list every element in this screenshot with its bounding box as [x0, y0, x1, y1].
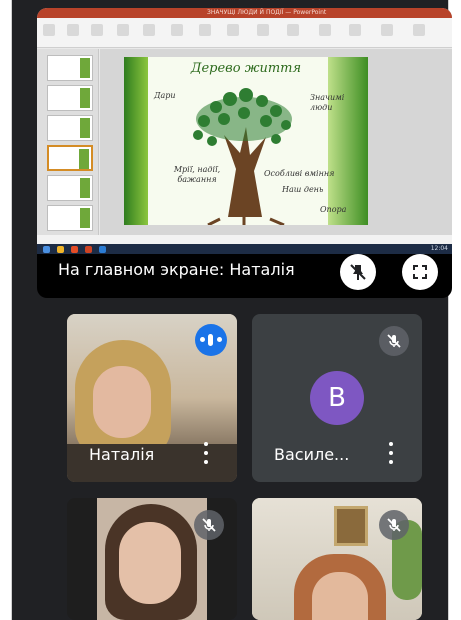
mic-off-icon	[379, 510, 409, 540]
ppt-status-bar	[37, 235, 452, 244]
taskbar-clock: 12:04	[430, 245, 448, 252]
slide-word-mrii: Мрії, надії, бажання	[173, 165, 221, 184]
slide-canvas: Дерево життя Дари Значимі люди Мрії, над…	[100, 49, 452, 235]
tree-image	[193, 88, 292, 225]
windows-taskbar: 12:04	[37, 244, 452, 254]
slide-word-opora: Опора	[320, 205, 347, 214]
participant-tile-nataliia[interactable]: Наталія	[67, 314, 237, 482]
participant-name: Наталія	[89, 445, 155, 464]
participant-face	[119, 522, 181, 604]
speaking-indicator-icon	[195, 324, 227, 356]
current-slide: Дерево життя Дари Значимі люди Мрії, над…	[124, 57, 368, 225]
ppt-ribbon	[37, 18, 452, 48]
fullscreen-button[interactable]	[402, 254, 438, 290]
mic-off-icon	[379, 326, 409, 356]
slide-word-lyudy: Значимі люди	[310, 93, 345, 112]
more-options-icon[interactable]	[388, 442, 394, 464]
slide-thumbnails	[37, 49, 99, 235]
slide-word-dary: Дари	[154, 91, 176, 100]
ppt-title-bar: ЗНАЧУЩІ ЛЮДИ Й ПОДІЇ — PowerPoint	[37, 8, 452, 18]
fullscreen-icon	[413, 265, 427, 279]
participant-tile-4[interactable]	[252, 498, 422, 620]
presenting-label: На главном экране: Наталія	[58, 260, 295, 279]
unpin-icon	[350, 264, 366, 280]
ppt-window-title: ЗНАЧУЩІ ЛЮДИ Й ПОДІЇ — PowerPoint	[207, 9, 327, 16]
presentation-panel: ЗНАЧУЩІ ЛЮДИ Й ПОДІЇ — PowerPoint Дерево…	[37, 8, 452, 298]
participant-tile-vasyle[interactable]: В Василе...	[252, 314, 422, 482]
mic-off-icon	[194, 510, 224, 540]
more-options-icon[interactable]	[203, 442, 209, 464]
participant-tile-3[interactable]	[67, 498, 237, 620]
wall-picture	[334, 506, 368, 546]
slide-word-den: Наш день	[282, 185, 324, 194]
participant-face	[93, 366, 151, 438]
unpin-button[interactable]	[340, 254, 376, 290]
slide-word-vminnya: Особливі вміння	[264, 169, 335, 178]
participant-face	[312, 572, 368, 620]
avatar: В	[310, 371, 364, 425]
participant-name: Василе...	[274, 445, 350, 464]
shared-screen: ЗНАЧУЩІ ЛЮДИ Й ПОДІЇ — PowerPoint Дерево…	[37, 8, 452, 254]
